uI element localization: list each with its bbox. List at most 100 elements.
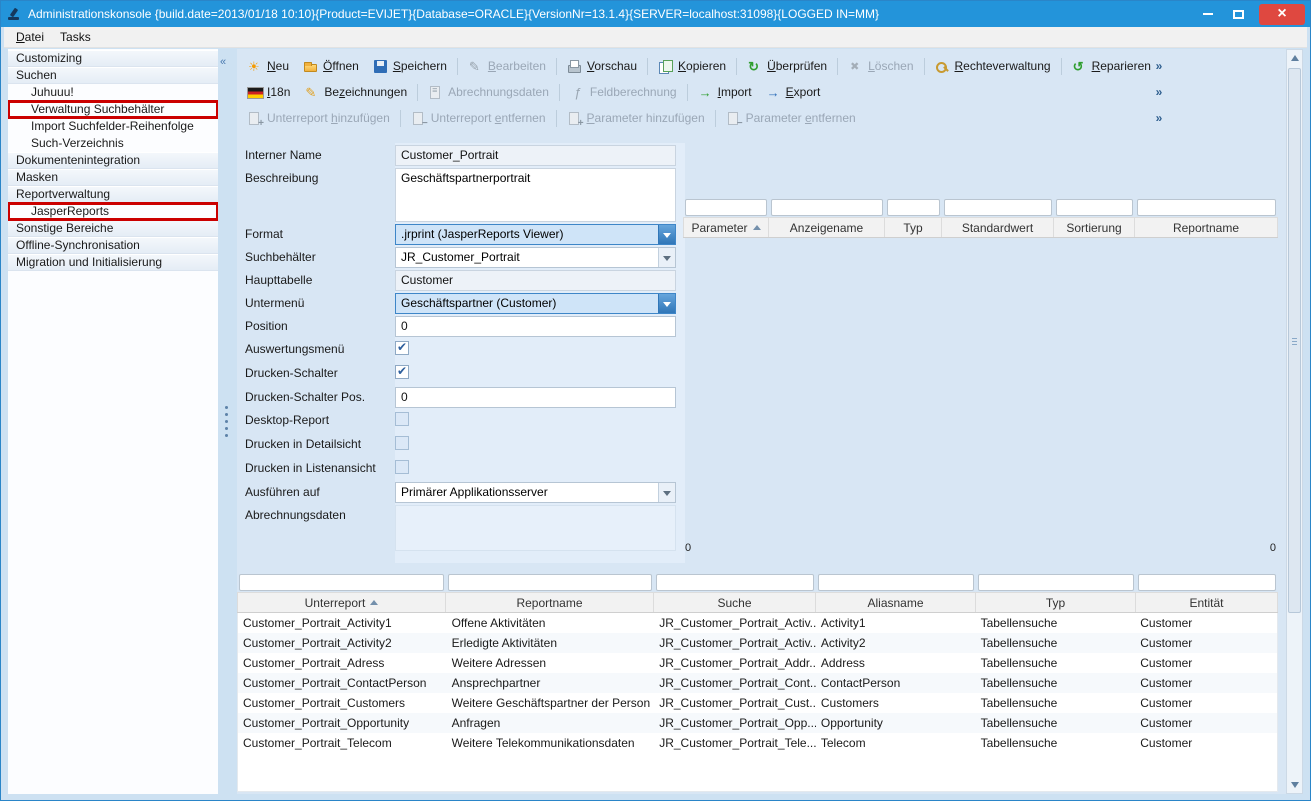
field-drucken-in-listenansicht[interactable] bbox=[395, 460, 409, 474]
field-format[interactable]: .jrprint (JasperReports Viewer) bbox=[395, 224, 676, 245]
sidebar-item-offline-synchronisation[interactable]: Offline-Synchronisation bbox=[8, 237, 218, 254]
toolbar-button-label: Löschen bbox=[868, 59, 913, 73]
kopieren-button[interactable]: Kopieren bbox=[651, 56, 733, 77]
filter-input-anzeigename[interactable] bbox=[771, 199, 883, 216]
column-header-sortierung[interactable]: Sortierung bbox=[1054, 218, 1135, 237]
filter-input-reportname[interactable] bbox=[448, 574, 652, 591]
sidebar-item-dokumentenintegration[interactable]: Dokumentenintegration bbox=[8, 152, 218, 169]
scroll-down-button[interactable] bbox=[1287, 777, 1302, 793]
chevron-down-icon[interactable] bbox=[658, 483, 675, 502]
minimize-icon bbox=[1203, 13, 1213, 15]
toolbar-overflow-button[interactable] bbox=[1151, 108, 1167, 128]
column-header-suche[interactable]: Suche bbox=[654, 593, 816, 612]
splitter[interactable] bbox=[218, 49, 237, 794]
toolbar-separator bbox=[457, 58, 458, 75]
column-header-reportname[interactable]: Reportname bbox=[446, 593, 654, 612]
sidebar-item-suchen[interactable]: Suchen bbox=[8, 67, 218, 84]
import-button[interactable]: Import bbox=[691, 82, 759, 103]
speichern-button[interactable]: Speichern bbox=[366, 56, 454, 77]
field-haupttabelle[interactable]: Customer bbox=[395, 270, 676, 291]
column-header-standardwert[interactable]: Standardwert bbox=[942, 218, 1054, 237]
filter-input-entitat[interactable] bbox=[1138, 574, 1276, 591]
minimize-button[interactable] bbox=[1193, 4, 1223, 24]
field-drucken-schalter-pos[interactable]: 0 bbox=[395, 387, 676, 408]
field-drucken-in-detailsicht[interactable] bbox=[395, 436, 409, 450]
main-panel: NeuÖffnenSpeichernBearbeitenVorschauKopi… bbox=[237, 49, 1286, 794]
column-header-reportname[interactable]: Reportname bbox=[1135, 218, 1278, 237]
column-header-typ[interactable]: Typ bbox=[885, 218, 942, 237]
sidebar-item-import-suchfelder-reihenfolge[interactable]: Import Suchfelder-Reihenfolge bbox=[8, 118, 218, 135]
filter-input-typ[interactable] bbox=[887, 199, 940, 216]
toolbar-button-label: Vorschau bbox=[587, 59, 637, 73]
column-header-aliasname[interactable]: Aliasname bbox=[816, 593, 976, 612]
splitter-collapse-icon[interactable] bbox=[220, 57, 226, 68]
uberprufen-button[interactable]: Überprüfen bbox=[740, 56, 834, 77]
subreport-row[interactable]: Customer_Portrait_AdressWeitere Adressen… bbox=[238, 653, 1277, 673]
column-header-unterreport[interactable]: Unterreport bbox=[237, 593, 446, 612]
offnen-button[interactable]: Öffnen bbox=[296, 56, 366, 77]
menu-item-datei[interactable]: Datei bbox=[8, 28, 52, 46]
filter-input-unterreport[interactable] bbox=[239, 574, 444, 591]
field-ausfuhren-auf[interactable]: Primärer Applikationsserver bbox=[395, 482, 676, 503]
menu-item-tasks[interactable]: Tasks bbox=[52, 28, 99, 46]
filter-input-parameter[interactable] bbox=[685, 199, 767, 216]
chevron-down-icon[interactable] bbox=[658, 225, 675, 244]
sidebar-item-jasperreports[interactable]: JasperReports bbox=[8, 203, 218, 220]
field-untermenu[interactable]: Geschäftspartner (Customer) bbox=[395, 293, 676, 314]
bezeichnungen-button[interactable]: Bezeichnungen bbox=[297, 82, 414, 103]
scrollbar-track[interactable] bbox=[1287, 66, 1302, 777]
column-header-entitat[interactable]: Entität bbox=[1136, 593, 1278, 612]
sidebar-item-masken[interactable]: Masken bbox=[8, 169, 218, 186]
scroll-up-button[interactable] bbox=[1287, 50, 1302, 66]
cell-aliasname: ContactPerson bbox=[816, 673, 976, 693]
sidebar-item-such-verzeichnis[interactable]: Such-Verzeichnis bbox=[8, 135, 218, 152]
subreport-row[interactable]: Customer_Portrait_CustomersWeitere Gesch… bbox=[238, 693, 1277, 713]
sidebar-item-verwaltung-suchbehalter[interactable]: Verwaltung Suchbehälter bbox=[8, 101, 218, 118]
sidebar-item-customizing[interactable]: Customizing bbox=[8, 50, 218, 67]
field-beschreibung[interactable]: Geschäftspartnerportrait bbox=[395, 168, 676, 222]
i18n-button[interactable]: I18n bbox=[240, 82, 297, 103]
column-header-anzeigename[interactable]: Anzeigename bbox=[769, 218, 885, 237]
cell-aliasname: Opportunity bbox=[816, 713, 976, 733]
filter-input-reportname[interactable] bbox=[1137, 199, 1276, 216]
chevron-down-icon[interactable] bbox=[658, 248, 675, 267]
column-header-parameter[interactable]: Parameter bbox=[683, 218, 769, 237]
vorschau-button[interactable]: Vorschau bbox=[560, 56, 644, 77]
filter-cell bbox=[237, 571, 446, 592]
filter-input-suche[interactable] bbox=[656, 574, 814, 591]
scrollbar-thumb[interactable] bbox=[1288, 68, 1301, 613]
sidebar-item-juhuuu[interactable]: Juhuuu! bbox=[8, 84, 218, 101]
neu-button[interactable]: Neu bbox=[240, 56, 296, 77]
export-button[interactable]: Export bbox=[759, 82, 828, 103]
field-auswertungsmenu[interactable] bbox=[395, 341, 409, 355]
subreport-row[interactable]: Customer_Portrait_Activity1Offene Aktivi… bbox=[238, 613, 1277, 633]
column-header-typ[interactable]: Typ bbox=[976, 593, 1136, 612]
subreport-row[interactable]: Customer_Portrait_OpportunityAnfragenJR_… bbox=[238, 713, 1277, 733]
sidebar-item-reportverwaltung[interactable]: Reportverwaltung bbox=[8, 186, 218, 203]
field-suchbehalter[interactable]: JR_Customer_Portrait bbox=[395, 247, 676, 268]
field-desktop-report[interactable] bbox=[395, 412, 409, 426]
chevron-down-icon[interactable] bbox=[658, 294, 675, 313]
field-drucken-schalter[interactable] bbox=[395, 365, 409, 379]
sidebar-item-migration-und-initialisierung[interactable]: Migration und Initialisierung bbox=[8, 254, 218, 271]
subreport-row[interactable]: Customer_Portrait_ContactPersonAnsprechp… bbox=[238, 673, 1277, 693]
close-button[interactable] bbox=[1259, 4, 1305, 25]
rechteverwaltung-button[interactable]: Rechteverwaltung bbox=[928, 56, 1058, 77]
selected-value: Geschäftspartner (Customer) bbox=[396, 294, 658, 313]
filter-input-aliasname[interactable] bbox=[818, 574, 974, 591]
toolbar-overflow-button[interactable] bbox=[1151, 56, 1167, 76]
subreport-row[interactable]: Customer_Portrait_TelecomWeitere Telekom… bbox=[238, 733, 1277, 753]
reparieren-button[interactable]: Reparieren bbox=[1065, 56, 1158, 77]
vertical-scrollbar[interactable] bbox=[1286, 49, 1303, 794]
sidebar-item-sonstige-bereiche[interactable]: Sonstige Bereiche bbox=[8, 220, 218, 237]
maximize-button[interactable] bbox=[1223, 4, 1253, 24]
parameters-panel: ParameterAnzeigenameTypStandardwertSorti… bbox=[683, 196, 1278, 558]
subreport-row[interactable]: Customer_Portrait_Activity2Erledigte Akt… bbox=[238, 633, 1277, 653]
filter-input-typ[interactable] bbox=[978, 574, 1134, 591]
filter-input-sortierung[interactable] bbox=[1056, 199, 1133, 216]
field-interner-name[interactable]: Customer_Portrait bbox=[395, 145, 676, 166]
toolbar-overflow-button[interactable] bbox=[1151, 82, 1167, 102]
filter-input-standardwert[interactable] bbox=[944, 199, 1052, 216]
toolbar-separator bbox=[837, 58, 838, 75]
field-position[interactable]: 0 bbox=[395, 316, 676, 337]
